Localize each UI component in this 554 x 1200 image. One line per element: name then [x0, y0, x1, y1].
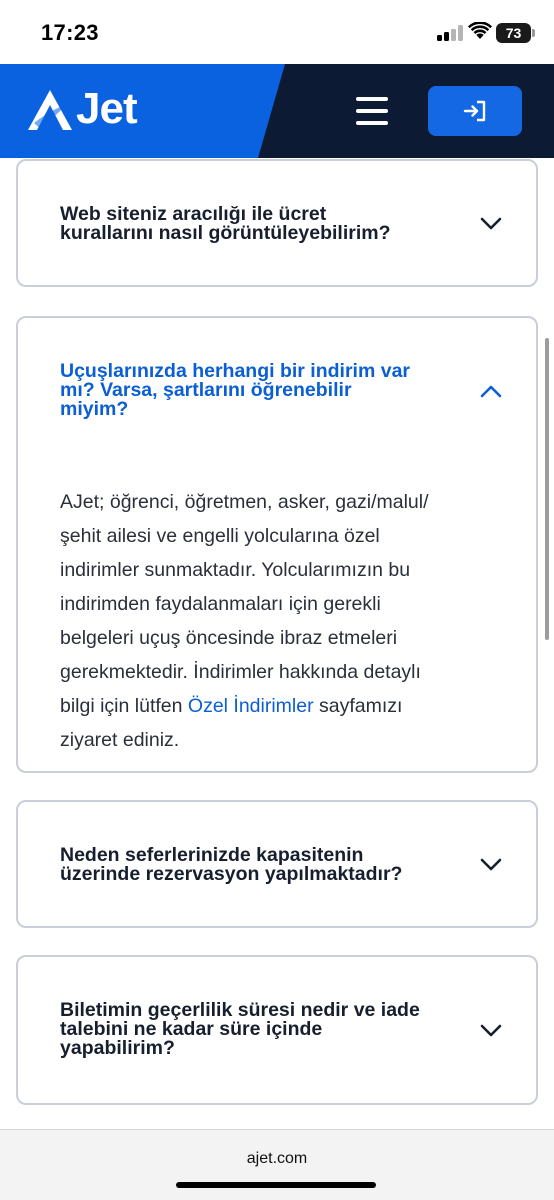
home-indicator[interactable]: [176, 1182, 376, 1188]
menu-line: [356, 109, 388, 113]
faq-question[interactable]: Uçuşlarınızda herhangi bir indirim var m…: [60, 361, 460, 420]
hamburger-menu-button[interactable]: [352, 92, 392, 130]
faq-question[interactable]: Neden seferlerinizde kapasitenin üzerind…: [60, 845, 460, 885]
battery-icon: 73: [496, 23, 531, 43]
chevron-down-icon[interactable]: [480, 858, 502, 872]
faq-answer-line: indirimden faydalanmaları için gerekli: [60, 593, 381, 615]
url-text[interactable]: ajet.com: [0, 1150, 554, 1168]
faq-answer-line: şehit ailesi ve engelli yolcularına özel: [60, 525, 380, 547]
faq-answer: AJet; öğrenci, öğretmen, asker, gazi/mal…: [60, 485, 510, 757]
screen: 17:23 73 Jet Web siteniz aracılığı ile ü…: [0, 0, 554, 1200]
faq-question-line: yapabilirim?: [60, 1037, 175, 1059]
faq-question-line: üzerinde rezervasyon yapılmaktadır?: [60, 863, 403, 885]
menu-line: [356, 97, 388, 101]
status-time: 17:23: [41, 20, 99, 45]
faq-question[interactable]: Biletimin geçerlilik süresi nedir ve iad…: [60, 1000, 460, 1059]
faq-item-expanded[interactable]: Uçuşlarınızda herhangi bir indirim var m…: [16, 316, 538, 773]
chevron-up-icon[interactable]: [480, 384, 502, 398]
faq-answer-line: indirimler sunmaktadır. Yolcularımızın b…: [60, 559, 411, 581]
chevron-down-icon[interactable]: [480, 217, 502, 231]
logo-text: Jet: [76, 84, 138, 133]
signal-icon: [437, 25, 463, 41]
faq-answer-line: ziyaret ediniz.: [60, 729, 180, 751]
faq-item[interactable]: Neden seferlerinizde kapasitenin üzerind…: [16, 800, 538, 928]
faq-question-line: miyim?: [60, 398, 129, 420]
answer-text: bilgi için lütfen: [60, 695, 188, 717]
chevron-down-icon[interactable]: [480, 1024, 502, 1038]
answer-text: sayfamızı: [313, 695, 403, 717]
ozel-indirimler-link[interactable]: Özel İndirimler: [188, 695, 314, 717]
faq-item[interactable]: Biletimin geçerlilik süresi nedir ve iad…: [16, 955, 538, 1105]
ajet-a-logo-icon: [28, 90, 72, 130]
scrollbar-thumb[interactable]: [545, 338, 549, 640]
wifi-icon: [468, 22, 492, 39]
faq-answer-line: bilgi için lütfen Özel İndirimler sayfam…: [60, 689, 510, 723]
menu-line: [356, 121, 388, 125]
login-button[interactable]: [428, 86, 522, 136]
faq-item[interactable]: Web siteniz aracılığı ile ücret kurallar…: [16, 159, 538, 287]
status-bar: 17:23 73: [0, 0, 554, 64]
faq-question-line: kurallarını nasıl görüntüleyebilirim?: [60, 222, 391, 244]
faq-answer-line: belgeleri uçuş öncesinde ibraz etmeleri: [60, 627, 398, 649]
battery-cap: [532, 29, 535, 37]
ajet-logo[interactable]: Jet: [26, 84, 138, 134]
login-arrow-icon: [463, 100, 486, 122]
browser-url-bar[interactable]: ajet.com: [0, 1129, 554, 1200]
app-header: Jet: [0, 64, 554, 158]
faq-answer-line: gerekmektedir. İndirimler hakkında detay…: [60, 661, 421, 683]
faq-question[interactable]: Web siteniz aracılığı ile ücret kurallar…: [60, 204, 460, 244]
faq-answer-line: AJet; öğrenci, öğretmen, asker, gazi/mal…: [60, 491, 429, 513]
